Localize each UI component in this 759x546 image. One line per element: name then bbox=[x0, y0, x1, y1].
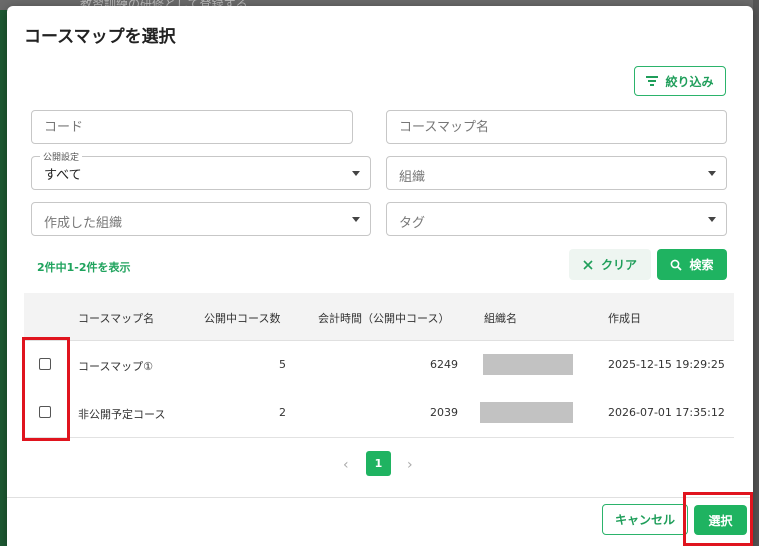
course-map-name-field[interactable] bbox=[386, 110, 727, 144]
header-published-courses: 公開中コース数 bbox=[204, 312, 281, 325]
row-published-courses: 5 bbox=[279, 358, 286, 371]
row-organization-redacted bbox=[480, 402, 573, 423]
result-count: 2件中1-2件を表示 bbox=[37, 261, 131, 274]
filter-button-label: 絞り込み bbox=[665, 74, 714, 89]
header-created-date: 作成日 bbox=[608, 312, 641, 325]
organization-placeholder: 組織 bbox=[399, 170, 426, 185]
dialog-title: コースマップを選択 bbox=[24, 27, 176, 47]
close-icon bbox=[583, 259, 593, 270]
chevron-down-icon bbox=[708, 217, 716, 222]
cancel-button[interactable]: キャンセル bbox=[602, 504, 688, 535]
header-course-map-name: コースマップ名 bbox=[78, 312, 155, 325]
cancel-button-label: キャンセル bbox=[614, 513, 675, 527]
filter-icon bbox=[646, 76, 659, 86]
code-input[interactable] bbox=[32, 111, 352, 143]
search-icon bbox=[671, 259, 683, 271]
course-map-select-dialog: コースマップを選択 絞り込み 公開設定 すべて 組織 作成した組織 タグ 2件中… bbox=[7, 6, 753, 546]
created-organization-placeholder: 作成した組織 bbox=[44, 216, 123, 231]
search-button-label: 検索 bbox=[689, 258, 714, 272]
footer-divider bbox=[7, 497, 753, 498]
row-created-date: 2026-07-01 17:35:12 bbox=[608, 406, 725, 419]
row-organization-redacted bbox=[483, 354, 573, 375]
tag-placeholder: タグ bbox=[399, 216, 426, 231]
row-total-time: 6249 bbox=[430, 358, 458, 371]
row-total-time: 2039 bbox=[430, 406, 458, 419]
header-organization: 組織名 bbox=[484, 312, 517, 325]
visibility-label: 公開設定 bbox=[40, 150, 83, 163]
checkbox-highlight bbox=[22, 337, 70, 441]
prev-page-button[interactable]: ‹ bbox=[343, 457, 349, 473]
chevron-down-icon bbox=[352, 171, 360, 176]
page-1-button[interactable]: 1 bbox=[366, 451, 391, 476]
table-row[interactable]: 非公開予定コース 2 2039 2026-07-01 17:35:12 bbox=[24, 389, 734, 438]
row-course-map-name: コースマップ① bbox=[78, 360, 153, 373]
table-header: コースマップ名 公開中コース数 会計時間（公開中コース） 組織名 作成日 bbox=[24, 293, 734, 341]
search-button[interactable]: 検索 bbox=[657, 249, 727, 280]
row-created-date: 2025-12-15 19:29:25 bbox=[608, 358, 725, 371]
course-map-name-input[interactable] bbox=[387, 111, 726, 143]
row-published-courses: 2 bbox=[279, 406, 286, 419]
visibility-value: すべて bbox=[44, 168, 82, 183]
clear-button[interactable]: クリア bbox=[569, 249, 651, 280]
organization-select[interactable]: 組織 bbox=[386, 156, 727, 190]
filter-button[interactable]: 絞り込み bbox=[634, 66, 726, 96]
table-row[interactable]: コースマップ① 5 6249 2025-12-15 19:29:25 bbox=[24, 341, 734, 390]
header-total-time: 会計時間（公開中コース） bbox=[318, 312, 450, 325]
code-field[interactable] bbox=[31, 110, 353, 144]
background-edge bbox=[753, 0, 759, 546]
chevron-down-icon bbox=[352, 217, 360, 222]
tag-select[interactable]: タグ bbox=[386, 202, 727, 236]
visibility-select[interactable]: 公開設定 すべて bbox=[31, 150, 371, 190]
created-organization-select[interactable]: 作成した組織 bbox=[31, 202, 371, 236]
clear-button-label: クリア bbox=[600, 258, 637, 272]
next-page-button[interactable]: › bbox=[407, 457, 413, 473]
select-button-highlight bbox=[683, 492, 753, 546]
chevron-down-icon bbox=[708, 171, 716, 176]
row-course-map-name: 非公開予定コース bbox=[78, 408, 166, 421]
